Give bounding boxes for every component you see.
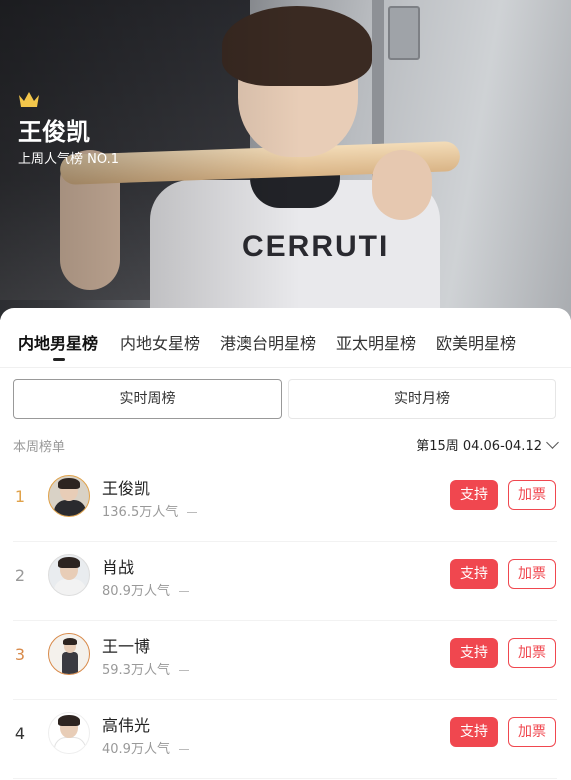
avatar-hair [58, 557, 80, 568]
rank-number: 1 [14, 487, 26, 506]
ranking-row[interactable]: 2 肖战 80.9万人气 支持 加票 [13, 542, 557, 621]
trend-flat-icon [187, 512, 198, 513]
tab-western[interactable]: 欧美明星榜 [436, 330, 516, 354]
avatar[interactable] [48, 633, 90, 675]
rank-number: 3 [14, 645, 26, 664]
tab-hk-macau-taiwan[interactable]: 港澳台明星榜 [220, 330, 316, 354]
ranking-sheet: 内地男星榜 内地女星榜 港澳台明星榜 亚太明星榜 欧美明星榜 实时周榜 实时月榜… [0, 308, 571, 780]
support-button[interactable]: 支持 [450, 559, 498, 589]
avatar-figure [54, 579, 86, 595]
category-tabs: 内地男星榜 内地女星榜 港澳台明星榜 亚太明星榜 欧美明星榜 [0, 322, 571, 368]
avatar-figure [54, 500, 86, 516]
support-button[interactable]: 支持 [450, 717, 498, 747]
ranking-row[interactable]: 3 王一博 59.3万人气 支持 加票 [13, 621, 557, 700]
chevron-down-icon [546, 436, 559, 449]
popularity-count: 40.9万人气 [102, 738, 189, 757]
avatar[interactable] [48, 475, 90, 517]
avatar[interactable] [48, 554, 90, 596]
avatar[interactable] [48, 712, 90, 754]
hero-subtitle: 上周人气榜 NO.1 [18, 152, 119, 167]
rank-number: 4 [14, 724, 26, 743]
week-selector-label: 第15周 04.06-04.12 [416, 439, 542, 454]
tab-asia-pacific[interactable]: 亚太明星榜 [336, 330, 416, 354]
support-button[interactable]: 支持 [450, 638, 498, 668]
tab-mainland-female[interactable]: 内地女星榜 [120, 330, 200, 354]
popularity-value: 40.9万人气 [102, 742, 170, 757]
star-name[interactable]: 高伟光 [102, 712, 150, 736]
segment-weekly[interactable]: 实时周榜 [13, 379, 282, 419]
avatar-hair [63, 638, 77, 645]
star-name[interactable]: 肖战 [102, 554, 134, 578]
popularity-value: 80.9万人气 [102, 584, 170, 599]
avatar-figure [62, 652, 78, 674]
trend-flat-icon [178, 749, 189, 750]
add-vote-button[interactable]: 加票 [508, 480, 556, 510]
star-name[interactable]: 王俊凯 [102, 475, 150, 499]
add-vote-button[interactable]: 加票 [508, 559, 556, 589]
avatar-hair [58, 478, 80, 489]
avatar-hair [58, 715, 80, 726]
popularity-count: 136.5万人气 [102, 501, 198, 520]
popularity-value: 59.3万人气 [102, 663, 170, 678]
trend-flat-icon [178, 591, 189, 592]
crown-icon [19, 92, 39, 107]
ranking-row[interactable]: 1 王俊凯 136.5万人气 支持 加票 [13, 463, 557, 542]
tab-active-indicator [53, 358, 65, 361]
popularity-value: 136.5万人气 [102, 505, 179, 520]
tab-mainland-male[interactable]: 内地男星榜 [18, 330, 98, 354]
hero-figure-arm-right [372, 150, 432, 220]
avatar-figure [54, 737, 86, 753]
rank-number: 2 [14, 566, 26, 585]
segment-monthly[interactable]: 实时月榜 [288, 379, 556, 419]
hero-banner: CERRUTI 王俊凯 上周人气榜 NO.1 [0, 0, 571, 320]
row-divider [13, 778, 557, 779]
trend-flat-icon [178, 670, 189, 671]
star-name[interactable]: 王一博 [102, 633, 150, 657]
add-vote-button[interactable]: 加票 [508, 638, 556, 668]
popularity-count: 59.3万人气 [102, 659, 189, 678]
hero-background-hinge [388, 6, 420, 60]
support-button[interactable]: 支持 [450, 480, 498, 510]
ranking-row[interactable]: 4 高伟光 40.9万人气 支持 加票 [13, 700, 557, 779]
list-header-label: 本周榜单 [13, 440, 66, 455]
popularity-count: 80.9万人气 [102, 580, 189, 599]
week-selector[interactable]: 第15周 04.06-04.12 [416, 435, 559, 454]
add-vote-button[interactable]: 加票 [508, 717, 556, 747]
hero-star-name: 王俊凯 [18, 118, 90, 146]
